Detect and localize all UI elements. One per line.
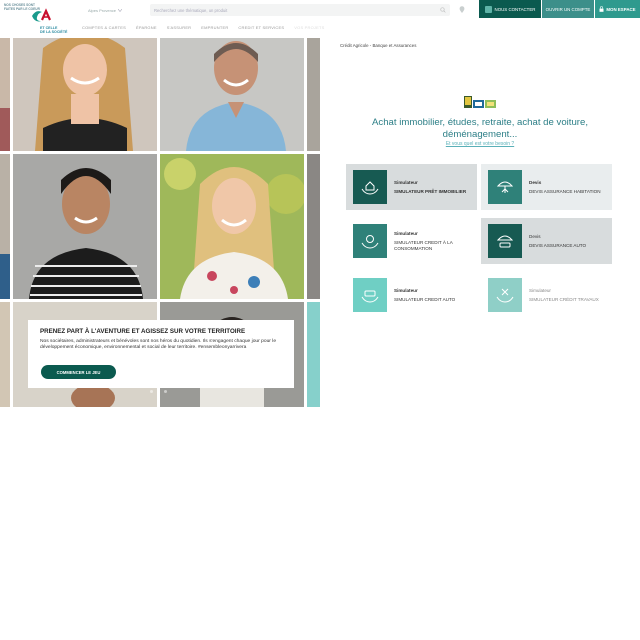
- nav-item-savings[interactable]: ÉPARGNE: [136, 25, 157, 33]
- umbrella-car-icon: [488, 224, 522, 258]
- card-title: DEVIS ASSURANCE HABITATION: [529, 188, 601, 194]
- page-headline: Achat immobilier, études, retraite, acha…: [372, 117, 588, 140]
- photo-tile: [13, 154, 157, 299]
- card-title: DEVIS ASSURANCE AUTO: [529, 242, 587, 248]
- card-title: SIMULATEUR CREDIT AUTO: [394, 296, 456, 302]
- region-label: Alpes Provence: [88, 7, 117, 13]
- main-nav: COMPTES & CARTES ÉPARGNE S'ASSURER EMPRU…: [82, 25, 324, 33]
- tools-hands-icon: [488, 278, 522, 312]
- card-auto-credit-simulator[interactable]: Simulateur SIMULATEUR CREDIT AUTO: [346, 272, 477, 318]
- card-kind: Simulateur: [529, 287, 551, 293]
- card-kind: Simulateur: [394, 287, 418, 293]
- card-kind: Simulateur: [394, 230, 418, 236]
- carousel-dots: [150, 390, 167, 393]
- photo-tile: [160, 154, 304, 299]
- chevron-down-icon: [118, 8, 123, 12]
- photo-tile: [0, 38, 10, 151]
- chat-icon: [484, 5, 492, 13]
- card-title: SIMULATEUR CREDIT À LA CONSOMMATION: [394, 239, 453, 251]
- card-kind: Simulateur: [394, 179, 418, 185]
- photo-tile: [307, 302, 320, 407]
- my-space-label: MON ESPACE: [606, 6, 636, 12]
- credit-agricole-logo[interactable]: Nos choses sont faites par le coeur ET C…: [4, 2, 70, 36]
- coins-hands-icon: [353, 224, 387, 258]
- promo-text: Nos sociétaires, administrateurs et béné…: [40, 339, 277, 351]
- logo-mark-icon: [32, 8, 52, 22]
- region-select[interactable]: Alpes Provence: [88, 6, 142, 14]
- award-badge-icon: [485, 100, 496, 108]
- nav-item-accounts[interactable]: COMPTES & CARTES: [82, 25, 126, 33]
- contact-button[interactable]: NOUS CONTACTER: [479, 0, 541, 18]
- photo-tile: [13, 38, 157, 151]
- house-hands-icon: [353, 170, 387, 204]
- open-account-label: OUVRIR UN COMPTE: [545, 6, 591, 12]
- photo-tile: [0, 154, 10, 299]
- lock-icon: [599, 6, 604, 12]
- site-header: Nos choses sont faites par le coeur ET C…: [0, 0, 640, 38]
- nav-item-projects[interactable]: VOS PROJETS: [294, 25, 324, 33]
- card-consumer-credit-simulator[interactable]: Simulateur SIMULATEUR CREDIT À LA CONSOM…: [346, 218, 477, 264]
- promo-title: PRENEZ PART À L'AVENTURE ET AGISSEZ SUR …: [40, 328, 246, 335]
- photo-tile: [307, 154, 320, 299]
- carousel-dot[interactable]: [164, 390, 167, 393]
- carousel-dot-active[interactable]: [157, 390, 160, 393]
- award-badge-icon: [473, 100, 484, 108]
- award-badge-icon: [464, 96, 472, 108]
- card-home-insurance-quote[interactable]: Devis DEVIS ASSURANCE HABITATION: [481, 164, 612, 210]
- photo-tile: [0, 302, 10, 407]
- search-input[interactable]: Recherchez une thématique, un produit: [150, 4, 450, 16]
- help-link[interactable]: Et vous quel est votre besoin ?: [380, 141, 580, 147]
- card-auto-insurance-quote[interactable]: Devis DEVIS ASSURANCE AUTO: [481, 218, 612, 264]
- card-kind: Devis: [529, 233, 541, 239]
- my-space-button[interactable]: MON ESPACE: [595, 0, 640, 18]
- search-placeholder: Recherchez une thématique, un produit: [154, 7, 228, 13]
- logo-subtitle: ET CELLE DE LA SOCIÉTÉ: [40, 26, 68, 34]
- card-mortgage-simulator[interactable]: Simulateur SIMULATEUR PRÊT IMMOBILIER: [346, 164, 477, 210]
- umbrella-house-icon: [488, 170, 522, 204]
- promo-card: PRENEZ PART À L'AVENTURE ET AGISSEZ SUR …: [28, 320, 294, 388]
- card-works-credit-simulator[interactable]: Simulateur SIMULATEUR CRÉDIT TRAVAUX: [481, 272, 612, 318]
- nav-item-insurance[interactable]: S'ASSURER: [167, 25, 192, 33]
- photo-tile: [160, 38, 304, 151]
- hero-carousel[interactable]: PRENEZ PART À L'AVENTURE ET AGISSEZ SUR …: [0, 38, 320, 407]
- car-hands-icon: [353, 278, 387, 312]
- start-game-button[interactable]: COMMENCER LE JEU: [41, 365, 116, 379]
- card-title: SIMULATEUR CRÉDIT TRAVAUX: [529, 296, 599, 302]
- award-badges: [464, 96, 496, 108]
- card-title: SIMULATEUR PRÊT IMMOBILIER: [394, 188, 467, 194]
- nav-item-borrow[interactable]: EMPRUNTER: [201, 25, 228, 33]
- photo-tile: [307, 38, 320, 151]
- carousel-dot[interactable]: [150, 390, 153, 393]
- nav-item-credit-services[interactable]: CREDIT ET SERVICES: [238, 25, 284, 33]
- contact-label: NOUS CONTACTER: [494, 6, 536, 12]
- page: Nos choses sont faites par le coeur ET C…: [0, 0, 640, 640]
- search-icon[interactable]: [440, 7, 446, 13]
- card-kind: Devis: [529, 179, 542, 185]
- open-account-button[interactable]: OUVRIR UN COMPTE: [542, 0, 594, 18]
- location-pin-icon[interactable]: [459, 6, 465, 13]
- breadcrumb: Crédit Agricole - Banque et Assurances: [340, 43, 417, 48]
